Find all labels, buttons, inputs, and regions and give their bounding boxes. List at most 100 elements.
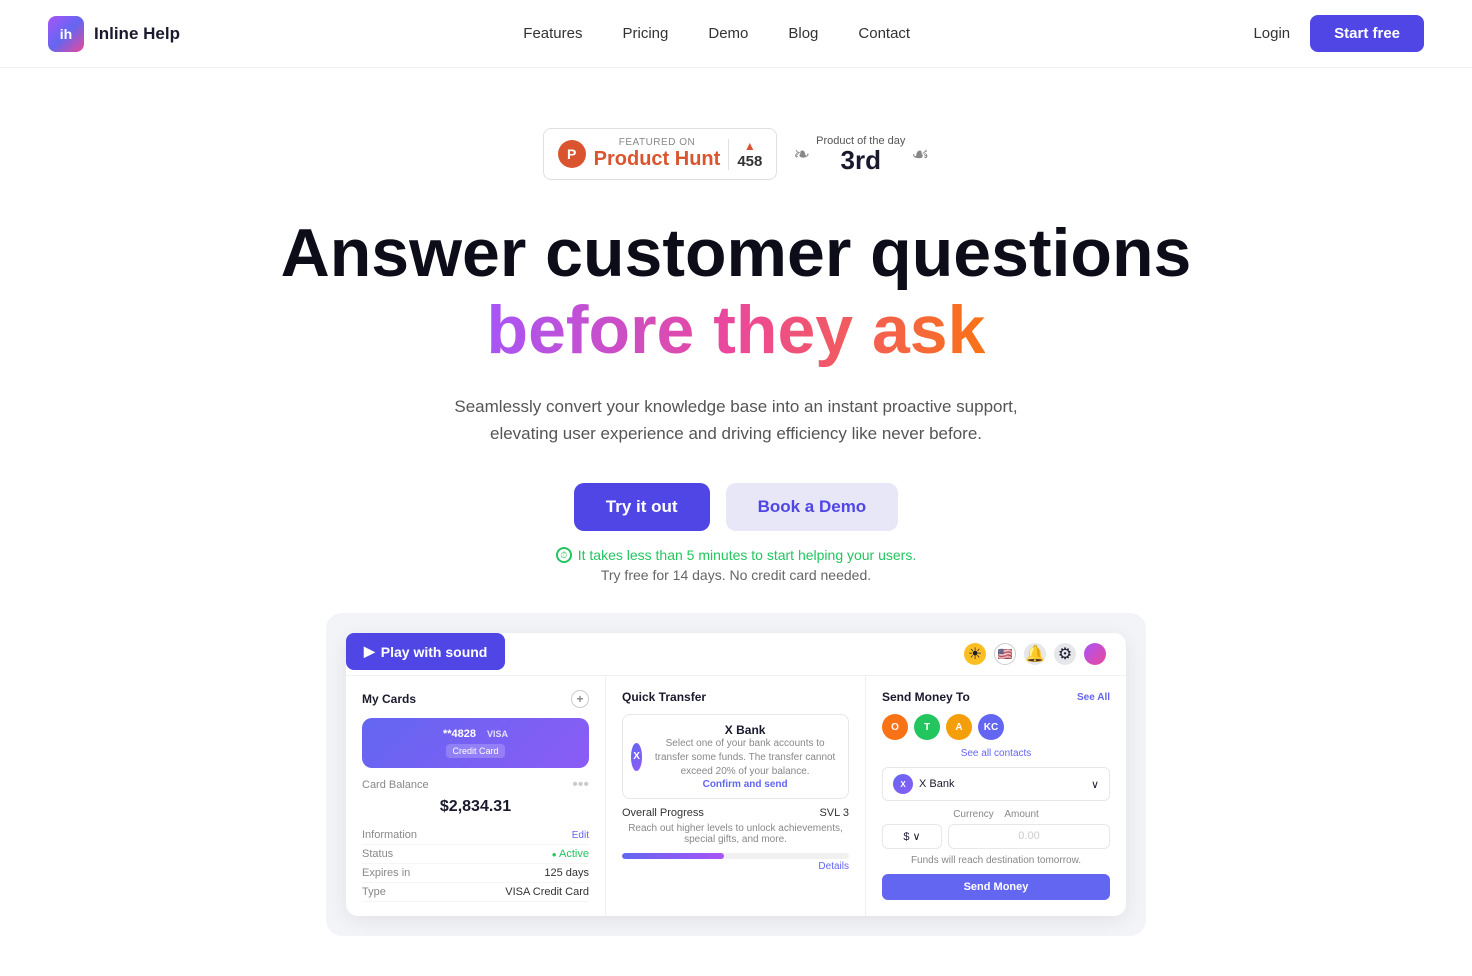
transfer-desc: Select one of your bank accounts to tran… (650, 737, 840, 779)
demo-section: ▶ Play with sound ☰ Overview ☀ 🇺🇸 🔔 ⚙ (306, 613, 1166, 936)
nav-links: Features Pricing Demo Blog Contact (523, 25, 910, 42)
app-mockup: ☰ Overview ☀ 🇺🇸 🔔 ⚙ (346, 633, 1126, 916)
avatar-4[interactable]: KC (978, 714, 1004, 740)
currency-row: $ ∨ 0.00 (882, 824, 1110, 849)
logo-link[interactable]: ih Inline Help (48, 16, 180, 52)
transfer-details: X Bank Select one of your bank accounts … (650, 723, 840, 790)
hero-heading-line1: Answer customer questions (281, 215, 1192, 291)
progress-sub: Reach out higher levels to unlock achiev… (622, 823, 849, 845)
bell-icon[interactable]: 🔔 (1024, 643, 1046, 665)
book-demo-button[interactable]: Book a Demo (726, 483, 899, 531)
my-cards-title: My Cards + (362, 690, 589, 708)
hero-ctas: Try it out Book a Demo (574, 483, 898, 531)
demo-card: ▶ Play with sound ☰ Overview ☀ 🇺🇸 🔔 ⚙ (326, 613, 1146, 936)
quick-transfer-col: Quick Transfer X X Bank Select one of yo… (606, 676, 866, 916)
play-sound-button[interactable]: ▶ Play with sound (346, 633, 505, 670)
avatar-row: O T A KC (882, 714, 1110, 740)
info-header-row: Information Edit (362, 826, 589, 845)
my-cards-col: My Cards + **4828 VISA Credit Card Card … (346, 676, 606, 916)
see-all-link[interactable]: See All (1077, 692, 1110, 703)
avatar-3[interactable]: A (946, 714, 972, 740)
clock-icon: ⏱ (556, 547, 572, 563)
send-money-title: Send Money To See All (882, 690, 1110, 704)
chevron-down-icon: ∨ (1091, 778, 1099, 791)
currency-amount-label: Currency Amount (882, 809, 1110, 820)
try-it-out-button[interactable]: Try it out (574, 483, 710, 531)
logo-icon: ih (48, 16, 84, 52)
confirm-send-button[interactable]: Confirm and send (650, 779, 840, 790)
expires-row: Expires in 125 days (362, 864, 589, 883)
navbar: ih Inline Help Features Pricing Demo Blo… (0, 0, 1472, 68)
hero-note: ⏱ It takes less than 5 minutes to start … (556, 547, 917, 583)
credit-card: **4828 VISA Credit Card (362, 718, 589, 768)
status-value: ● Active (552, 848, 589, 860)
nav-actions: Login Start free (1253, 15, 1424, 52)
ph-arrow-icon: ▲ (744, 139, 756, 153)
flag-icon: 🇺🇸 (994, 643, 1016, 665)
funds-note: Funds will reach destination tomorrow. (882, 855, 1110, 866)
avatar-1[interactable]: O (882, 714, 908, 740)
transfer-bank-icon: X (631, 743, 642, 771)
user-avatar[interactable] (1084, 643, 1106, 665)
app-icons: ☀ 🇺🇸 🔔 ⚙ (964, 643, 1106, 665)
avatar-2[interactable]: T (914, 714, 940, 740)
ph-count: 458 (737, 153, 762, 170)
ph-badges: P FEATURED ON Product Hunt ▲ 458 ❧ Produ… (543, 128, 930, 180)
progress-fill (622, 853, 724, 859)
quick-transfer-title: Quick Transfer (622, 690, 849, 704)
send-money-col: Send Money To See All O T A KC See all c… (866, 676, 1126, 916)
card-label: Credit Card (446, 744, 504, 758)
currency-select[interactable]: $ ∨ (882, 824, 942, 849)
nav-pricing[interactable]: Pricing (623, 25, 669, 42)
card-balance-row: Card Balance ••• (362, 776, 589, 794)
send-bank-icon: X (893, 774, 913, 794)
amount-input[interactable]: 0.00 (948, 824, 1110, 849)
start-free-button[interactable]: Start free (1310, 15, 1424, 52)
hero-heading-line2: before they ask (487, 292, 986, 368)
details-link[interactable]: Details (622, 861, 849, 872)
laurel-right-icon: ☙ (911, 142, 929, 167)
hero-subtext: Seamlessly convert your knowledge base i… (436, 393, 1036, 447)
settings-icon[interactable]: ⚙ (1054, 643, 1076, 665)
bank-select[interactable]: X X Bank ∨ (882, 767, 1110, 801)
product-hunt-badge[interactable]: P FEATURED ON Product Hunt ▲ 458 (543, 128, 778, 180)
ph-badge-text: FEATURED ON Product Hunt (594, 137, 721, 171)
logo-text: Inline Help (94, 24, 180, 44)
nav-features[interactable]: Features (523, 25, 582, 42)
hero-section: P FEATURED ON Product Hunt ▲ 458 ❧ Produ… (0, 68, 1472, 976)
progress-bar (622, 853, 849, 859)
add-card-button[interactable]: + (571, 690, 589, 708)
card-number: **4828 VISA (374, 728, 577, 740)
see-contacts-link[interactable]: See all contacts (882, 748, 1110, 759)
potd-rank: 3rd (816, 147, 905, 173)
nav-demo[interactable]: Demo (708, 25, 748, 42)
card-info: Information Edit Status ● Active (362, 826, 589, 902)
ph-icon: P (558, 140, 586, 168)
hero-note-time: ⏱ It takes less than 5 minutes to start … (556, 547, 917, 563)
potd-text: Product of the day 3rd (816, 135, 905, 173)
sun-icon: ☀ (964, 643, 986, 665)
nav-contact[interactable]: Contact (858, 25, 910, 42)
card-balance-label: Card Balance (362, 779, 429, 791)
hero-note-free: Try free for 14 days. No credit card nee… (601, 567, 871, 583)
transfer-bank-name: X Bank (650, 723, 840, 737)
nav-blog[interactable]: Blog (788, 25, 818, 42)
expires-value: 125 days (544, 867, 589, 879)
potd-badge: ❧ Product of the day 3rd ☙ (793, 135, 929, 173)
edit-button[interactable]: Edit (572, 830, 589, 841)
status-row: Status ● Active (362, 845, 589, 864)
send-money-button[interactable]: Send Money (882, 874, 1110, 900)
type-value: VISA Credit Card (505, 886, 589, 898)
card-balance-value: $2,834.31 (362, 798, 589, 816)
more-icon[interactable]: ••• (572, 776, 589, 794)
type-row: Type VISA Credit Card (362, 883, 589, 902)
login-link[interactable]: Login (1253, 25, 1290, 42)
ph-count-box: ▲ 458 (728, 139, 762, 170)
hero-heading: Answer customer questions before they as… (281, 216, 1192, 369)
app-content: My Cards + **4828 VISA Credit Card Card … (346, 676, 1126, 916)
progress-header: Overall Progress SVL 3 (622, 807, 849, 819)
progress-section: Overall Progress SVL 3 Reach out higher … (622, 807, 849, 872)
laurel-left-icon: ❧ (793, 142, 810, 167)
transfer-item[interactable]: X X Bank Select one of your bank account… (622, 714, 849, 799)
ph-name: Product Hunt (594, 148, 721, 171)
